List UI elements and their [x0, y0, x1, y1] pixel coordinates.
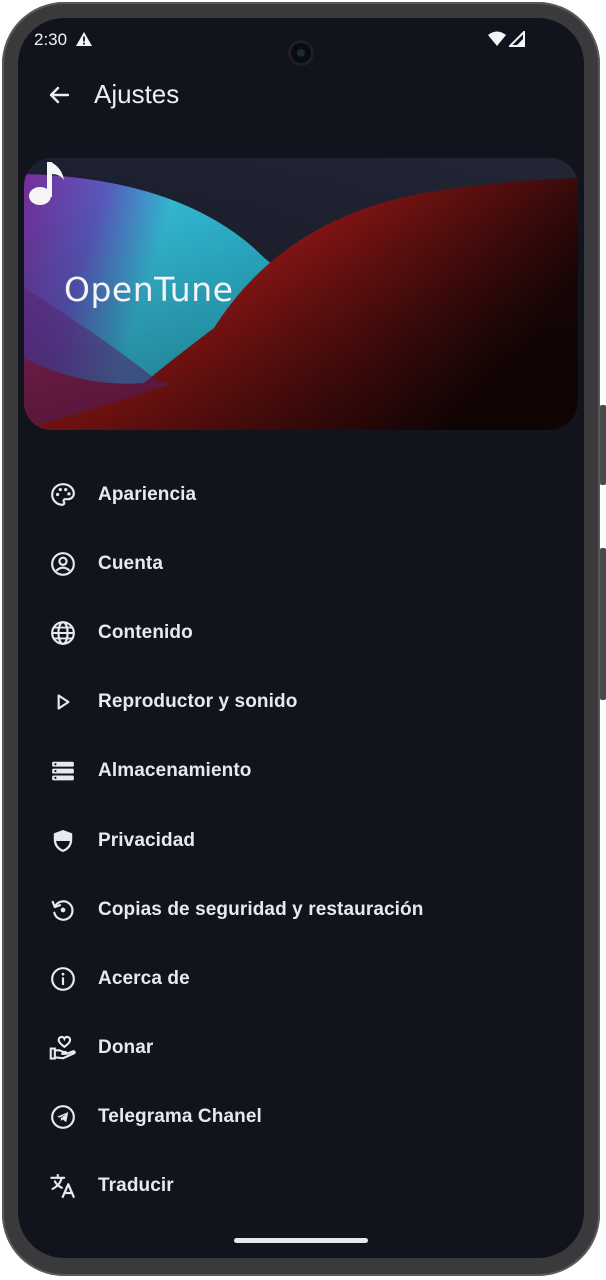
info-icon [48, 964, 78, 994]
status-bar: 2:30 [18, 18, 584, 66]
volume-button [600, 405, 606, 485]
settings-item-label: Acerca de [98, 967, 190, 989]
settings-item-cuenta[interactable]: Cuenta [18, 529, 584, 598]
settings-item-almacenamiento[interactable]: Almacenamiento [18, 737, 584, 806]
settings-item-privacidad[interactable]: Privacidad [18, 806, 584, 875]
settings-item-label: Apariencia [98, 483, 197, 505]
restore-icon [48, 895, 78, 925]
back-button[interactable] [44, 80, 74, 110]
settings-item-copias[interactable]: Copias de seguridad y restauración [18, 875, 584, 944]
front-camera [288, 40, 314, 66]
settings-item-donar[interactable]: Donar [18, 1014, 584, 1083]
account-circle-icon [48, 549, 78, 579]
screen: 2:30 Ajustes OpenTune Apariencia Cuenta … [18, 18, 584, 1258]
settings-item-apariencia[interactable]: Apariencia [18, 460, 584, 529]
storage-icon [48, 756, 78, 786]
settings-item-label: Traducir [98, 1175, 174, 1197]
settings-list: Apariencia Cuenta Contenido Reproductor … [18, 460, 584, 1221]
play-icon [48, 687, 78, 717]
settings-item-traducir[interactable]: Traducir [18, 1152, 584, 1221]
power-button [600, 548, 606, 700]
signal-icon [509, 31, 525, 47]
settings-item-label: Contenido [98, 621, 193, 643]
warning-icon [76, 32, 92, 46]
settings-item-label: Donar [98, 1037, 154, 1059]
app-banner: OpenTune [24, 158, 578, 430]
telegram-icon [48, 1102, 78, 1132]
settings-item-label: Telegrama Chanel [98, 1106, 262, 1128]
settings-item-contenido[interactable]: Contenido [18, 598, 584, 667]
settings-item-label: Almacenamiento [98, 760, 252, 782]
wifi-icon [488, 31, 506, 46]
settings-item-label: Reproductor y sonido [98, 691, 298, 713]
home-indicator[interactable] [234, 1238, 368, 1243]
music-note-icon [29, 162, 64, 205]
status-time: 2:30 [34, 30, 68, 49]
settings-item-label: Cuenta [98, 552, 163, 574]
palette-icon [48, 480, 78, 510]
settings-item-acerca[interactable]: Acerca de [18, 944, 584, 1013]
shield-icon [48, 826, 78, 856]
globe-icon [48, 618, 78, 648]
settings-item-reproductor[interactable]: Reproductor y sonido [18, 668, 584, 737]
settings-item-label: Copias de seguridad y restauración [98, 898, 424, 920]
donate-hand-heart-icon [48, 1033, 78, 1063]
page-title: Ajustes [94, 79, 180, 109]
arrow-back-icon [49, 86, 70, 104]
settings-item-label: Privacidad [98, 829, 196, 851]
banner-app-name: OpenTune [64, 270, 234, 309]
app-bar: Ajustes [18, 70, 584, 118]
settings-item-telegram[interactable]: Telegrama Chanel [18, 1083, 584, 1152]
translate-icon [48, 1171, 78, 1201]
